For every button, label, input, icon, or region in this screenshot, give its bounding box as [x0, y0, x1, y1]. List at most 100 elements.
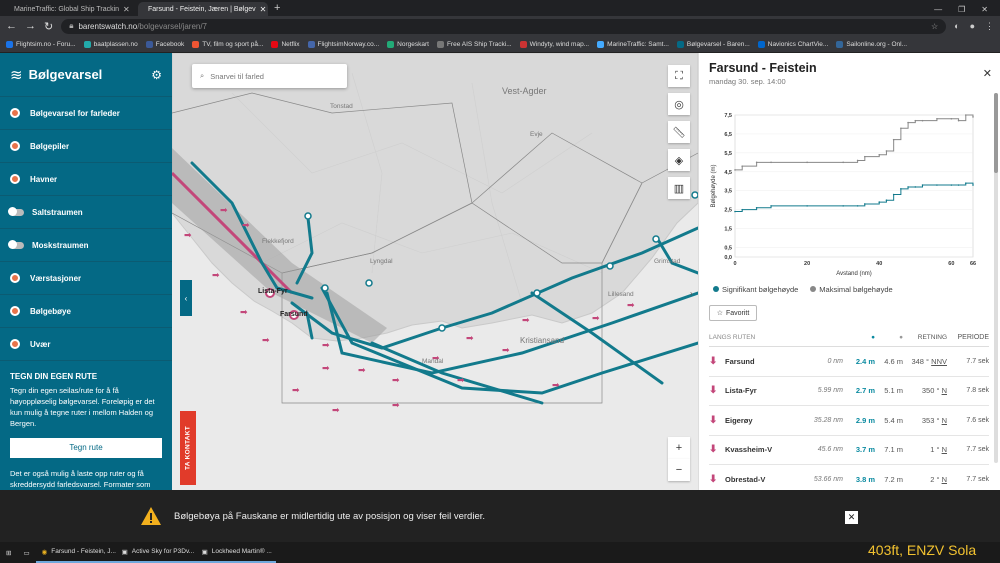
fairway-search-input[interactable]: ⌕ Snarvei til farled [192, 64, 347, 88]
sidebar-item-label: Havner [30, 174, 58, 184]
task-view-icon[interactable]: ▭ [17, 542, 35, 563]
new-tab-button[interactable]: + [274, 2, 280, 16]
map-view[interactable]: ➡ ➡ ➡ ➡ ➡ ➡ ➡ ➡ ➡ ➡ ➡ ➡ ➡ ➡ ➡ ➡ ➡ ➡ ➡ ➡ ➡ Vest-Agder To… [172, 53, 698, 490]
sidebar-item-7[interactable]: Uvær [0, 328, 172, 361]
minimize-icon[interactable]: — [934, 5, 942, 14]
close-window-icon[interactable]: ✕ [981, 5, 988, 14]
svg-text:➡: ➡ [457, 376, 465, 386]
wave-direction-arrow-icon: ⬇ [709, 414, 718, 426]
contact-button[interactable]: TA KONTAKT [180, 411, 196, 485]
browser-tab-marinetraffic[interactable]: MarineTraffic: Global Ship Trackin ✕ [4, 2, 134, 16]
sidebar-item-6[interactable]: Bølgebøye [0, 295, 172, 328]
measure-ruler-icon[interactable]: 📏︎ [668, 121, 690, 143]
row-location: Eigerøy [725, 415, 753, 425]
star-icon[interactable]: ☆ [931, 22, 938, 31]
browser-toolbar: ← → ↻ 🔒︎ barentswatch.no/bolgevarsel/jar… [0, 16, 1000, 36]
layer-status-dot[interactable] [10, 108, 20, 118]
close-tab-icon[interactable]: ✕ [123, 5, 130, 14]
bookmark-item[interactable]: Free AIS Ship Tracki... [436, 40, 512, 48]
sim-overlay-text: 403ft, ENZV Sola [868, 542, 977, 558]
close-panel-icon[interactable]: ✕ [983, 67, 992, 80]
col-header-direction: RETNING [917, 334, 947, 341]
chart-point [921, 184, 924, 186]
bookmark-item[interactable]: FlightsimNorway.co... [307, 40, 379, 48]
layer-status-dot[interactable] [10, 141, 20, 151]
bookmark-item[interactable]: Navionics ChartVie... [757, 40, 828, 48]
layer-status-dot[interactable] [10, 339, 20, 349]
chart-point [734, 169, 736, 171]
bookmark-item[interactable]: Netflix [271, 40, 300, 48]
toggle-switch[interactable] [8, 240, 24, 249]
wave-height-chart: 0,0 0,5 1,5 2,5 3,5 4,5 5,5 6,5 7,5 0 20 40 60 66 Avst… [711, 113, 976, 277]
bookmark-favicon-icon [307, 40, 315, 48]
layer-status-dot[interactable] [10, 174, 20, 184]
bookmark-item[interactable]: Facebook [145, 40, 184, 48]
bookmark-item[interactable]: baatplassen.no [83, 40, 138, 48]
layer-status-dot[interactable] [10, 273, 20, 283]
draw-route-button[interactable]: Tegn rute [10, 438, 162, 458]
chart-point [900, 188, 902, 190]
table-row[interactable]: ⬇ Lista-Fyr 5.99 nm 2.7 m 5.1 m 350 ° N 7… [709, 377, 989, 406]
row-period: 7.7 sek [966, 357, 989, 365]
bookmark-item[interactable]: Norgeskart [387, 40, 429, 48]
chart-point [936, 117, 938, 120]
reload-icon[interactable]: ↻ [44, 20, 53, 33]
bookmark-favicon-icon [145, 40, 153, 48]
sidebar-item-3[interactable]: Saltstraumen [0, 196, 172, 229]
panel-scrollbar[interactable] [994, 93, 998, 463]
menu-icon[interactable]: ⋮ [985, 21, 994, 32]
taskbar-app-p3d[interactable]: ▣ Lockheed Martin® ... [195, 542, 276, 563]
layers-icon[interactable]: ◈ [668, 149, 690, 171]
table-row[interactable]: ⬇ Obrestad-V 53.66 nm 3.8 m 7.2 m 2 ° N 7… [709, 465, 989, 490]
maximize-icon[interactable]: ❐ [958, 5, 965, 14]
close-tab-icon[interactable]: ✕ [260, 5, 267, 14]
y-tick-label: 2,5 [724, 208, 732, 214]
bookmark-item[interactable]: Sailonline.org - Onl... [836, 40, 907, 48]
zoom-in-button[interactable]: + [668, 437, 690, 459]
sidebar-item-label: Uvær [30, 339, 51, 349]
sidebar-item-0[interactable]: Bølgevarsel for farleder [0, 97, 172, 130]
expand-panel-icon[interactable]: › [690, 289, 693, 298]
toggle-switch[interactable] [8, 207, 24, 216]
map-place-label: Mandal [422, 358, 444, 365]
fullscreen-icon[interactable]: ⛶ [668, 65, 690, 87]
row-location: Farsund [725, 356, 755, 366]
address-bar[interactable]: 🔒︎ barentswatch.no/bolgevarsel/jaren/7 ☆ [61, 18, 947, 34]
back-icon[interactable]: ← [6, 20, 17, 32]
taskbar-app-activesky[interactable]: ▣ Active Sky for P3Dv... [115, 542, 196, 563]
extension-icon[interactable]: ◐ [954, 21, 959, 32]
bookmark-item[interactable]: TV, film og sport på... [192, 40, 263, 48]
profile-icon[interactable]: ● [970, 21, 975, 32]
chart-point [806, 161, 808, 164]
gear-icon[interactable]: ⚙ [151, 68, 162, 82]
sidebar-item-5[interactable]: Værstasjoner [0, 262, 172, 295]
chart-icon[interactable]: ▥ [668, 177, 690, 199]
bookmark-item[interactable]: MarineTraffic: Samt... [597, 40, 669, 48]
layer-status-dot[interactable] [10, 306, 20, 316]
table-row[interactable]: ⬇ Kvassheim-V 45.6 nm 3.7 m 7.1 m 1 ° N 7… [709, 436, 989, 465]
table-row[interactable]: ⬇ Farsund 0 nm 2.4 m 4.6 m 348 ° NNV 7.7 … [709, 347, 989, 377]
close-toast-icon[interactable]: ✕ [845, 511, 858, 524]
sidebar-item-4[interactable]: Moskstraumen [0, 229, 172, 262]
legend-item[interactable]: Signifikant bølgehøyde [713, 285, 798, 294]
row-location: Lista-Fyr [725, 386, 757, 396]
sidebar-item-2[interactable]: Havner [0, 163, 172, 196]
zoom-out-button[interactable]: − [668, 459, 690, 481]
sidebar-item-1[interactable]: Bølgepiler [0, 130, 172, 163]
bookmark-favicon-icon [436, 40, 444, 48]
locate-icon[interactable]: ◎ [668, 93, 690, 115]
y-tick-label: 1,5 [724, 227, 732, 233]
browser-tab-bolgevarsel[interactable]: Farsund - Feistein, Jæren | Bølgev ✕ [138, 2, 268, 16]
table-row[interactable]: ⬇ Eigerøy 35.28 nm 2.9 m 5.4 m 353 ° N 7.… [709, 406, 989, 436]
favorite-button[interactable]: ☆ Favoritt [709, 305, 757, 321]
windows-start-icon[interactable]: ⊞ [0, 542, 17, 563]
taskbar-app-chrome[interactable]: ◉ Farsund - Feistein, J... [35, 542, 116, 563]
chart-point [972, 116, 974, 118]
forward-icon[interactable]: → [25, 20, 36, 32]
bookmark-item[interactable]: Windyty, wind map... [519, 40, 589, 48]
series-dot-max: ● [899, 334, 903, 341]
collapse-sidebar-icon[interactable]: ‹ [180, 280, 192, 316]
bookmark-item[interactable]: Flightsim.no - Foru... [6, 40, 76, 48]
legend-item[interactable]: Maksimal bølgehøyde [810, 285, 893, 294]
bookmark-item[interactable]: Bølgevarsel - Baren... [676, 40, 750, 48]
